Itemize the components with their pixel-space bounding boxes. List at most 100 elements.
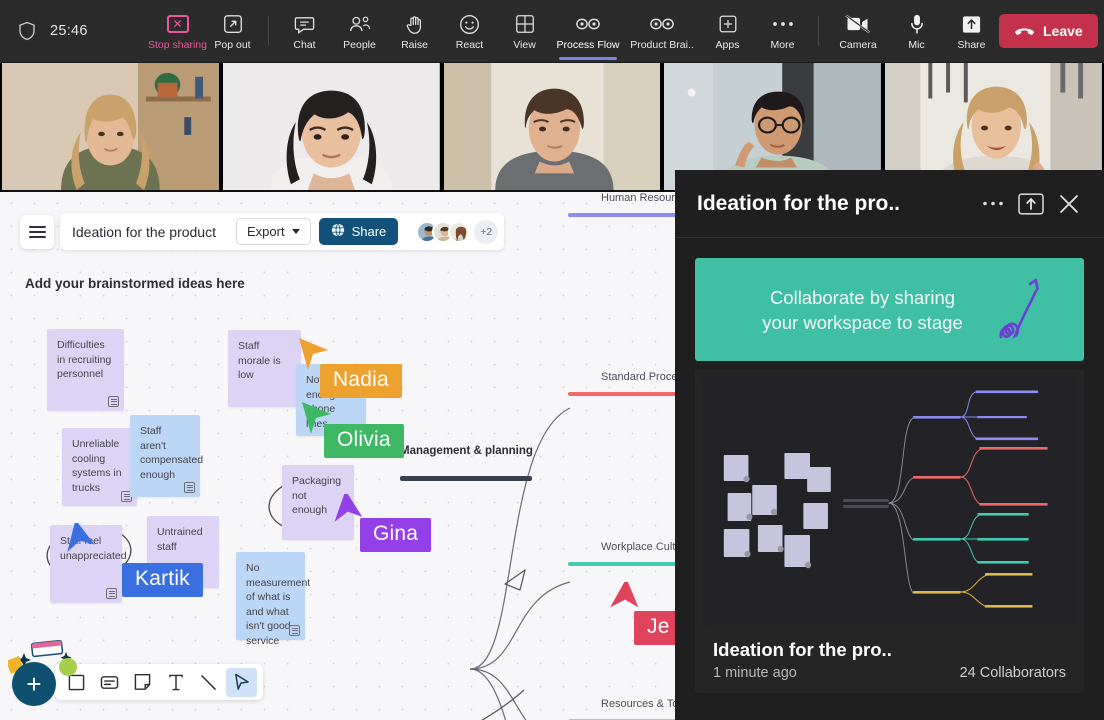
pop-out-up-arrow-icon[interactable] [1012,187,1050,221]
camera-label: Camera [839,39,877,51]
stop-sharing-button[interactable]: ✕ Stop sharing [148,0,207,63]
more-label: More [770,39,795,51]
leave-label: Leave [1043,23,1083,39]
sticky-note-text: Staff morale is low [238,340,281,381]
tab-product-brainstorm[interactable]: Product Brai.. [624,0,700,63]
export-button[interactable]: Export [236,218,311,245]
raise-hand-icon [404,11,426,37]
sticky-note[interactable]: Unreliable cooling systems in trucks [62,428,137,506]
more-dots-icon [772,11,794,37]
hangup-phone-icon [1014,23,1035,39]
panel-body: Collaborate by sharing your workspace to… [675,238,1104,693]
sticky-note[interactable]: No measurement of what is and what isn't… [236,552,310,647]
avatar-overflow-count[interactable]: +2 [474,219,499,244]
cursor-pointer-tool[interactable] [226,667,257,697]
card-tool[interactable] [94,668,125,697]
stop-sharing-label: Stop sharing [148,39,207,51]
react-button[interactable]: React [442,0,497,63]
apps-label: Apps [715,39,740,51]
people-icon [348,11,372,37]
video-tile-3[interactable] [443,63,661,192]
export-label: Export [247,224,285,239]
close-x-icon[interactable] [1050,187,1088,221]
share-screen-button[interactable]: Share [944,0,999,63]
card-timestamp: 1 minute ago [713,665,797,681]
promo-banner: Collaborate by sharing your workspace to… [695,258,1084,361]
more-dots-icon[interactable] [974,187,1012,221]
react-label: React [455,39,484,51]
chat-icon [293,11,316,37]
tab-product-brainstorm-label: Product Brai.. [630,39,694,51]
mic-button[interactable]: Mic [889,0,944,63]
pop-out-icon [222,11,244,37]
sticky-note-tool[interactable] [127,668,158,697]
chat-button[interactable]: Chat [277,0,332,63]
video-tile-2[interactable] [222,63,440,192]
sticky-note[interactable]: Staff aren't compensated enough [130,415,203,497]
mic-label: Mic [908,39,925,51]
sticky-note-text: Difficulties in recruiting personnel [57,339,112,380]
leave-button[interactable]: Leave [999,14,1098,48]
cursor-label-olivia: Olivia [324,424,404,458]
chevron-down-icon [291,229,300,234]
view-button[interactable]: View [497,0,552,63]
mindmap-center-label: Management & planning [400,445,533,457]
text-tool[interactable] [160,668,191,697]
panel-header: Ideation for the pro.. [675,170,1104,238]
shared-workspace-card[interactable]: Ideation for the pro.. 1 minute ago 24 C… [695,369,1084,693]
panel-title: Ideation for the pro.. [697,191,900,215]
sticky-note[interactable]: Staff morale is low [228,330,301,407]
tab-process-flow[interactable]: Process Flow [552,0,624,63]
collaborator-avatars[interactable]: +2 [406,219,499,244]
globe-icon [331,223,345,240]
apps-plus-icon [717,11,739,37]
card-title: Ideation for the pro.. [713,639,892,660]
view-grid-icon [514,11,536,37]
note-lines-icon [108,396,119,407]
note-lines-icon [184,482,195,493]
share-up-arrow-icon [961,11,982,37]
link-infinity-icon [650,11,674,37]
whiteboard-title: Ideation for the product [72,223,216,240]
promo-text: Collaborate by sharing your workspace to… [762,285,1017,335]
promo-line-1: Collaborate by sharing [769,286,956,308]
pop-out-button[interactable]: Pop out [205,0,260,63]
cursor-label-nadia: Nadia [320,364,402,398]
mindmap-center-bar [400,476,532,481]
people-label: People [343,39,376,51]
note-lines-icon [289,625,300,636]
whiteboard-hint-text: Add your brainstormed ideas here [25,276,245,291]
share-to-stage-panel: Ideation for the pro.. Collaborate by sh… [675,170,1104,720]
app-root: 25:46 ✕ Stop sharing Pop out Chat People… [0,0,1104,720]
meeting-toolbar-items: ✕ Stop sharing Pop out Chat People Raise… [148,0,999,63]
add-plus-button[interactable]: + [12,662,56,706]
branch-bar-processes [568,392,688,396]
card-meta: 1 minute ago 24 Collaborators [703,661,1076,681]
note-lines-icon [106,588,117,599]
sticky-note-text: Untrained staff [157,526,203,553]
react-smiley-icon [458,11,481,37]
apps-button[interactable]: Apps [700,0,755,63]
card-collaborators-count: 24 Collaborators [959,665,1066,681]
share-button[interactable]: Share [318,218,399,245]
pop-out-label: Pop out [214,39,251,51]
promo-line-2: your workspace to stage [762,311,963,333]
sticky-note-text: Unreliable cooling systems in trucks [72,438,122,494]
whiteboard-menu-button[interactable] [20,215,54,249]
whiteboard-header: Ideation for the product Export Share +2 [60,213,505,250]
thumbnail-mindmap [703,377,1076,625]
raise-hand-button[interactable]: Raise [387,0,442,63]
sticky-note-text: No measurement of what is and what isn't… [246,562,311,647]
video-tile-1[interactable] [2,63,219,192]
camera-off-icon [845,11,871,37]
sticky-note[interactable]: Difficulties in recruiting personnel [47,329,124,411]
camera-button[interactable]: Camera [827,0,889,63]
chat-label: Chat [293,39,316,51]
whiteboard-tool-dock [55,664,263,700]
toolbar-divider-1 [268,16,269,46]
more-button[interactable]: More [755,0,810,63]
line-tool[interactable] [193,668,224,697]
cursor-label-gina: Gina [360,518,432,552]
people-button[interactable]: People [332,0,387,63]
toolbar-divider-2 [818,16,819,46]
